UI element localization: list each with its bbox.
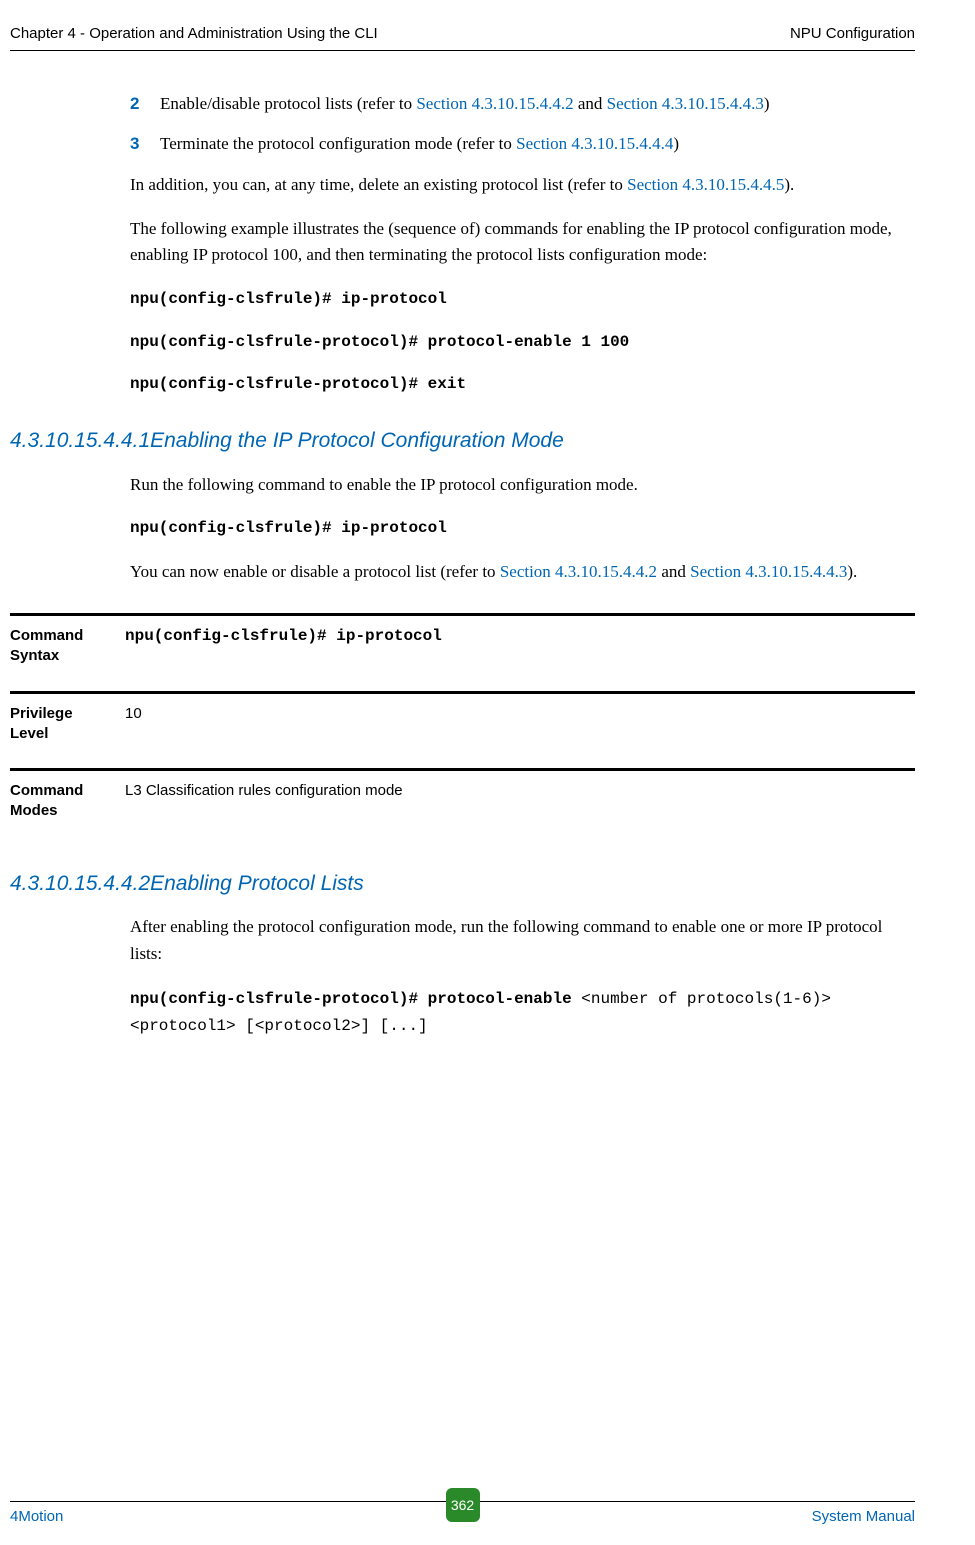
row-label: Privilege Level <box>10 704 125 745</box>
row-label: Command Syntax <box>10 626 125 667</box>
footer-right: System Manual <box>812 1508 915 1525</box>
page-number-badge: 362 <box>446 1488 480 1522</box>
list-item-2: 2 Enable/disable protocol lists (refer t… <box>130 91 915 117</box>
code-line: npu(config-clsfrule-protocol)# exit <box>130 372 915 397</box>
page-header: Chapter 4 - Operation and Administration… <box>10 25 915 51</box>
xref-link[interactable]: Section 4.3.10.15.4.4.3 <box>607 94 764 113</box>
paragraph: The following example illustrates the (s… <box>130 216 915 269</box>
header-left: Chapter 4 - Operation and Administration… <box>10 25 378 42</box>
xref-link[interactable]: Section 4.3.10.15.4.4.2 <box>416 94 573 113</box>
section-title-text: Enabling Protocol Lists <box>150 872 364 895</box>
row-value: L3 Classification rules configuration mo… <box>125 781 915 822</box>
main-content: 2 Enable/disable protocol lists (refer t… <box>130 91 915 1038</box>
code-line: npu(config-clsfrule-protocol)# protocol-… <box>130 985 915 1039</box>
list-number: 3 <box>130 131 160 157</box>
xref-link[interactable]: Section 4.3.10.15.4.4.5 <box>627 175 784 194</box>
page-footer: 4Motion 362 System Manual <box>10 1501 915 1525</box>
paragraph: After enabling the protocol configuratio… <box>130 914 915 967</box>
paragraph: In addition, you can, at any time, delet… <box>130 172 915 198</box>
section-heading: 4.3.10.15.4.4.1Enabling the IP Protocol … <box>10 425 915 458</box>
table-row: Command Modes L3 Classification rules co… <box>10 768 915 846</box>
paragraph: You can now enable or disable a protocol… <box>130 559 915 585</box>
row-value: npu(config-clsfrule)# ip-protocol <box>125 626 915 667</box>
command-table: Command Syntax npu(config-clsfrule)# ip-… <box>10 613 915 846</box>
row-value: 10 <box>125 704 915 745</box>
section-title-text: Enabling the IP Protocol Configuration M… <box>150 429 564 452</box>
paragraph: Run the following command to enable the … <box>130 472 915 498</box>
xref-link[interactable]: Section 4.3.10.15.4.4.2 <box>500 562 657 581</box>
header-right: NPU Configuration <box>790 25 915 42</box>
code-line: npu(config-clsfrule)# ip-protocol <box>130 516 915 541</box>
list-number: 2 <box>130 91 160 117</box>
table-row: Command Syntax npu(config-clsfrule)# ip-… <box>10 613 915 691</box>
xref-link[interactable]: Section 4.3.10.15.4.4.3 <box>690 562 847 581</box>
row-label: Command Modes <box>10 781 125 822</box>
section-number: 4.3.10.15.4.4.1 <box>10 429 150 452</box>
list-item-3: 3 Terminate the protocol configuration m… <box>130 131 915 157</box>
code-line: npu(config-clsfrule)# ip-protocol <box>130 287 915 312</box>
xref-link[interactable]: Section 4.3.10.15.4.4.4 <box>516 134 673 153</box>
section-heading: 4.3.10.15.4.4.2Enabling Protocol Lists <box>10 868 915 901</box>
list-text: Terminate the protocol configuration mod… <box>160 131 915 157</box>
list-text: Enable/disable protocol lists (refer to … <box>160 91 915 117</box>
section-number: 4.3.10.15.4.4.2 <box>10 872 150 895</box>
code-line: npu(config-clsfrule-protocol)# protocol-… <box>130 330 915 355</box>
table-row: Privilege Level 10 <box>10 691 915 769</box>
footer-left: 4Motion <box>10 1508 63 1525</box>
